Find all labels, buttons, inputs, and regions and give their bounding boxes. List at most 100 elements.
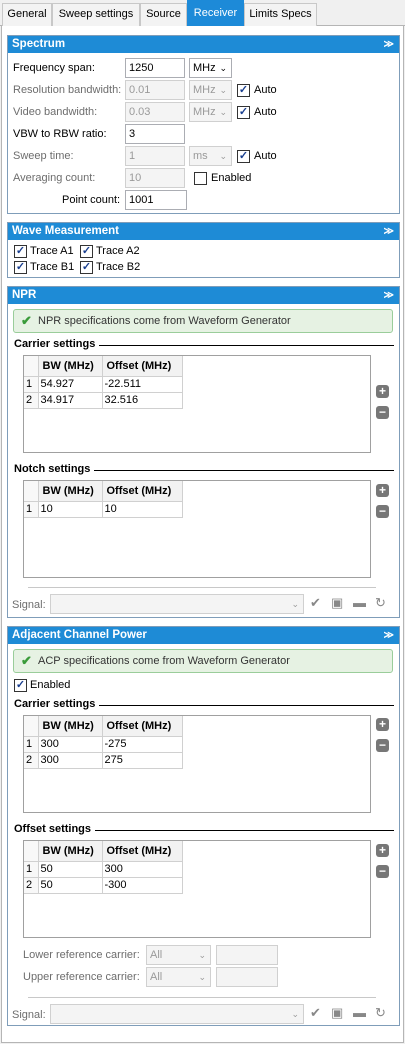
column-header[interactable]: Offset (MHz) bbox=[102, 841, 183, 862]
table-row[interactable]: 1 300 -275 bbox=[24, 736, 183, 753]
averaging-enabled-checkbox[interactable] bbox=[194, 172, 207, 185]
delete-icon[interactable]: ▬ bbox=[353, 1005, 366, 1020]
upper-ref-label: Upper reference carrier: bbox=[23, 971, 140, 983]
rbw-unit-select[interactable]: MHz ⌄ bbox=[189, 80, 232, 100]
sweep-time-auto-checkbox[interactable]: ✓ bbox=[237, 150, 250, 163]
check-icon[interactable]: ✔ bbox=[310, 595, 321, 611]
refresh-icon[interactable]: ↻ bbox=[375, 595, 386, 611]
acp-enabled-checkbox[interactable]: ✓ bbox=[14, 679, 27, 692]
spectrum-section: Spectrum ≫ Frequency span: 1250 MHz ⌄ Reso… bbox=[7, 35, 400, 214]
ratio-input[interactable]: 3 bbox=[125, 124, 185, 144]
acp-info-banner: ✔ ACP specifications come from Waveform G… bbox=[13, 649, 393, 673]
averaging-count-label: Averaging count: bbox=[13, 172, 96, 184]
trace-a2-checkbox[interactable]: ✓ bbox=[80, 245, 93, 258]
table-row[interactable]: 2 300 275 bbox=[24, 752, 183, 769]
table-row[interactable]: 1 10 10 bbox=[24, 501, 183, 518]
table-row[interactable]: 2 50 -300 bbox=[24, 877, 183, 894]
save-icon[interactable]: ▣ bbox=[331, 1005, 343, 1021]
remove-icon[interactable]: − bbox=[376, 406, 389, 419]
table-row[interactable]: 1 50 300 bbox=[24, 861, 183, 878]
add-icon[interactable]: + bbox=[376, 484, 389, 497]
frequency-span-input[interactable]: 1250 bbox=[125, 58, 185, 78]
lower-ref-select[interactable]: All ⌄ bbox=[146, 945, 211, 965]
trace-b2-label: Trace B2 bbox=[96, 261, 141, 273]
rbw-auto-checkbox[interactable]: ✓ bbox=[237, 84, 250, 97]
remove-icon[interactable]: − bbox=[376, 505, 389, 518]
trace-a2-label: Trace A2 bbox=[96, 245, 140, 257]
trace-b1-label: Trace B1 bbox=[30, 261, 75, 273]
chevron-down-icon: ⌄ bbox=[219, 63, 227, 73]
frequency-span-unit-select[interactable]: MHz ⌄ bbox=[189, 58, 232, 78]
acp-enabled-label: Enabled bbox=[30, 679, 71, 691]
npr-notch-title: Notch settings bbox=[14, 463, 95, 475]
chevron-down-icon: ⌄ bbox=[291, 599, 299, 609]
spectrum-header[interactable]: Spectrum ≫ bbox=[8, 36, 399, 53]
remove-icon[interactable]: − bbox=[376, 739, 389, 752]
add-icon[interactable]: + bbox=[376, 385, 389, 398]
trace-a1-checkbox[interactable]: ✓ bbox=[14, 245, 27, 258]
tab-limits-specs[interactable]: Limits Specs bbox=[244, 3, 317, 26]
trace-b1-checkbox[interactable]: ✓ bbox=[14, 261, 27, 274]
table-row[interactable]: 1 54.927 -22.511 bbox=[24, 376, 183, 393]
lower-ref-input[interactable] bbox=[216, 945, 278, 965]
tab-source[interactable]: Source bbox=[140, 3, 187, 26]
column-header[interactable]: Offset (MHz) bbox=[102, 356, 183, 377]
save-icon[interactable]: ▣ bbox=[331, 595, 343, 611]
npr-header[interactable]: NPR ≫ bbox=[8, 287, 399, 304]
ratio-label: VBW to RBW ratio: bbox=[13, 128, 107, 140]
add-icon[interactable]: + bbox=[376, 718, 389, 731]
column-header[interactable]: BW (MHz) bbox=[38, 481, 103, 502]
upper-ref-select[interactable]: All ⌄ bbox=[146, 967, 211, 987]
delete-icon[interactable]: ▬ bbox=[353, 595, 366, 610]
wave-measurement-header[interactable]: Wave Measurement ≫ bbox=[8, 223, 399, 240]
vbw-unit-select[interactable]: MHz ⌄ bbox=[189, 102, 232, 122]
chevron-down-icon: ⌄ bbox=[219, 107, 227, 117]
table-row[interactable]: 2 34.917 32.516 bbox=[24, 392, 183, 409]
column-header[interactable]: Offset (MHz) bbox=[102, 481, 183, 502]
tab-sweep-settings[interactable]: Sweep settings bbox=[52, 3, 140, 26]
refresh-icon[interactable]: ↻ bbox=[375, 1005, 386, 1021]
acp-header[interactable]: Adjacent Channel Power ≫ bbox=[8, 627, 399, 644]
tab-general[interactable]: General bbox=[2, 3, 52, 26]
npr-carrier-grid[interactable]: BW (MHz) Offset (MHz) 1 54.927 -22.511 2 34.… bbox=[23, 355, 371, 453]
check-icon: ✔ bbox=[21, 653, 32, 668]
vbw-input[interactable]: 0.03 bbox=[125, 102, 185, 122]
collapse-icon[interactable]: ≫ bbox=[384, 223, 394, 240]
npr-notch-grid[interactable]: BW (MHz) Offset (MHz) 1 10 10 bbox=[23, 480, 371, 578]
sweep-time-auto-label: Auto bbox=[254, 150, 277, 162]
rbw-auto-label: Auto bbox=[254, 84, 277, 96]
chevron-down-icon: ⌄ bbox=[219, 151, 227, 161]
acp-carrier-grid[interactable]: BW (MHz) Offset (MHz) 1 300 -275 2 300 275 bbox=[23, 715, 371, 813]
acp-offset-grid[interactable]: BW (MHz) Offset (MHz) 1 50 300 2 50 -300 bbox=[23, 840, 371, 938]
signal-select[interactable]: ⌄ bbox=[50, 594, 304, 614]
rbw-input[interactable]: 0.01 bbox=[125, 80, 185, 100]
column-header[interactable]: Offset (MHz) bbox=[102, 716, 183, 737]
check-icon: ✔ bbox=[21, 313, 32, 328]
signal-label: Signal: bbox=[12, 1009, 46, 1021]
signal-select[interactable]: ⌄ bbox=[50, 1004, 304, 1024]
remove-icon[interactable]: − bbox=[376, 865, 389, 878]
column-header[interactable]: BW (MHz) bbox=[38, 841, 103, 862]
vbw-auto-checkbox[interactable]: ✓ bbox=[237, 106, 250, 119]
npr-info-banner: ✔ NPR specifications come from Waveform G… bbox=[13, 309, 393, 333]
lower-ref-label: Lower reference carrier: bbox=[23, 949, 140, 961]
tab-receiver[interactable]: Receiver bbox=[187, 0, 244, 27]
add-icon[interactable]: + bbox=[376, 844, 389, 857]
acp-section: Adjacent Channel Power ≫ ✔ ACP specificati… bbox=[7, 626, 400, 1026]
check-icon[interactable]: ✔ bbox=[310, 1005, 321, 1021]
vbw-auto-label: Auto bbox=[254, 106, 277, 118]
tab-bar: General Sweep settings Source Receiver L… bbox=[0, 0, 405, 27]
collapse-icon[interactable]: ≫ bbox=[384, 627, 394, 644]
column-header[interactable]: BW (MHz) bbox=[38, 716, 103, 737]
averaging-count-input[interactable]: 10 bbox=[125, 168, 185, 188]
collapse-icon[interactable]: ≫ bbox=[384, 36, 394, 53]
point-count-input[interactable]: 1001 bbox=[125, 190, 187, 210]
sweep-time-input[interactable]: 1 bbox=[125, 146, 185, 166]
sweep-time-unit-select[interactable]: ms ⌄ bbox=[189, 146, 232, 166]
npr-carrier-title: Carrier settings bbox=[14, 338, 100, 350]
rbw-label: Resolution bandwidth: bbox=[13, 84, 122, 96]
collapse-icon[interactable]: ≫ bbox=[384, 287, 394, 304]
column-header[interactable]: BW (MHz) bbox=[38, 356, 103, 377]
trace-b2-checkbox[interactable]: ✓ bbox=[80, 261, 93, 274]
upper-ref-input[interactable] bbox=[216, 967, 278, 987]
